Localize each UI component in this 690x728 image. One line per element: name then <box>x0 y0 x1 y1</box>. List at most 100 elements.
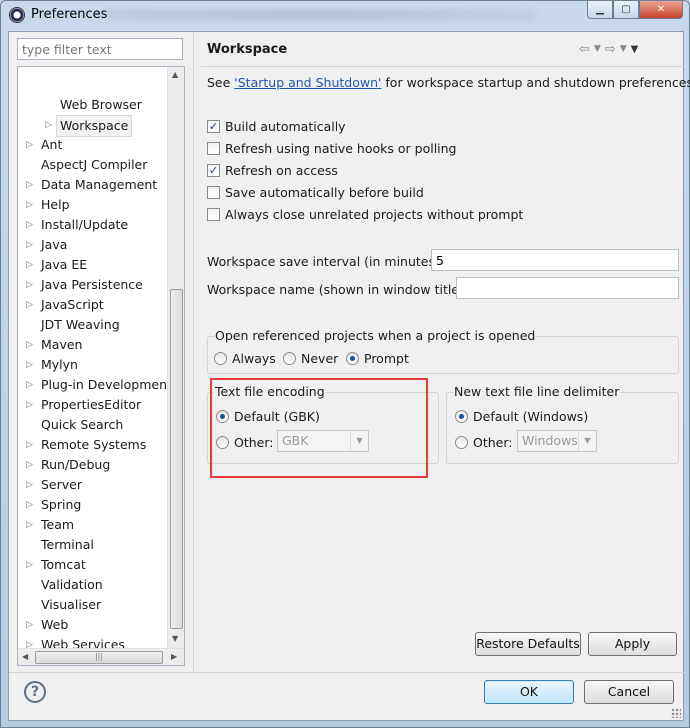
expand-arrow-icon[interactable]: ▷ <box>26 455 34 475</box>
tree-item-label: Tomcat <box>41 557 86 572</box>
radio-icon[interactable] <box>283 351 296 365</box>
save-interval-input[interactable] <box>431 249 679 271</box>
delimiter-other-radio[interactable] <box>455 435 468 449</box>
cancel-button[interactable]: Cancel <box>584 680 674 704</box>
expand-arrow-icon[interactable]: ▷ <box>26 135 34 155</box>
resize-grip-icon[interactable] <box>671 708 681 718</box>
expand-arrow-icon[interactable]: ▷ <box>26 515 34 535</box>
expand-arrow-icon[interactable]: ▷ <box>45 115 53 135</box>
tree-item[interactable]: Visualiser <box>18 595 166 615</box>
see-suffix: for workspace startup and shutdown prefe… <box>381 75 690 90</box>
expand-arrow-icon[interactable]: ▷ <box>26 255 34 275</box>
tree-item[interactable]: ▷ PropertiesEditor <box>18 395 166 415</box>
expand-arrow-icon[interactable]: ▷ <box>26 555 34 575</box>
minimize-icon[interactable]: ▁ <box>587 1 613 19</box>
help-icon[interactable]: ? <box>24 681 46 703</box>
expand-arrow-icon[interactable]: ▷ <box>26 395 34 415</box>
tree-item[interactable]: ▷ Java EE <box>18 255 166 275</box>
tree-vertical-scrollbar[interactable]: ▲ ▼ <box>167 67 184 648</box>
workspace-name-input[interactable] <box>456 277 679 299</box>
checkbox-row[interactable]: Always close unrelated projects without … <box>207 205 523 223</box>
startup-shutdown-link[interactable]: 'Startup and Shutdown' <box>234 75 381 90</box>
back-arrow-icon[interactable]: ⇦ <box>579 42 590 57</box>
expand-arrow-icon[interactable]: ▷ <box>26 235 34 255</box>
tree-item[interactable]: ▷ Team <box>18 515 166 535</box>
expand-arrow-icon[interactable]: ▷ <box>26 175 34 195</box>
delimiter-default-radio[interactable] <box>455 409 468 423</box>
back-dropdown-icon[interactable]: ▼ <box>594 42 601 57</box>
tree-horizontal-scrollbar[interactable]: ◀ ||| ▶ <box>18 648 184 665</box>
checkbox-icon[interactable] <box>207 141 220 155</box>
checkbox-row[interactable]: Refresh using native hooks or polling <box>207 139 457 157</box>
delimiter-default-option[interactable]: Default (Windows) <box>455 407 588 425</box>
forward-dropdown-icon[interactable]: ▼ <box>620 42 627 57</box>
apply-button[interactable]: Apply <box>588 632 677 656</box>
panel-divider[interactable] <box>193 32 194 672</box>
checkbox-row[interactable]: Save automatically before build <box>207 183 424 201</box>
delimiter-other-option[interactable]: Other: <box>455 433 512 451</box>
checkbox-icon[interactable] <box>207 185 220 199</box>
tree-item[interactable]: Quick Search <box>18 415 166 435</box>
expand-arrow-icon[interactable]: ▷ <box>26 435 34 455</box>
tree-item[interactable]: ▷ Web <box>18 615 166 635</box>
chevron-down-icon[interactable]: ▼ <box>578 431 596 451</box>
tree-item[interactable]: AspectJ Compiler <box>18 155 166 175</box>
forward-arrow-icon[interactable]: ⇨ <box>605 42 616 57</box>
tree-item[interactable]: ▷ Tomcat <box>18 555 166 575</box>
scroll-down-icon[interactable]: ▼ <box>172 634 178 643</box>
tree-item[interactable]: ▷ Server <box>18 475 166 495</box>
expand-arrow-icon[interactable]: ▷ <box>26 355 34 375</box>
checkbox-row[interactable]: ✓ Build automatically <box>207 117 346 135</box>
expand-arrow-icon[interactable]: ▷ <box>26 215 34 235</box>
tree-hscroll-thumb[interactable]: ||| <box>35 651 163 664</box>
expand-arrow-icon[interactable]: ▷ <box>26 495 34 515</box>
expand-arrow-icon[interactable]: ▷ <box>26 295 34 315</box>
tree-item[interactable]: ▷ Plug-in Development <box>18 375 172 395</box>
tree-item[interactable]: ▷ Install/Update <box>18 215 166 235</box>
tree-item[interactable]: ▷ Remote Systems <box>18 435 166 455</box>
tree-item[interactable]: ▷ Java <box>18 235 166 255</box>
open-ref-option[interactable]: Always <box>214 349 276 367</box>
checkbox-checked-icon[interactable]: ✓ <box>207 119 220 133</box>
tree-item[interactable]: Validation <box>18 575 166 595</box>
tree-item[interactable]: ▷ Help <box>18 195 166 215</box>
restore-defaults-button[interactable]: Restore Defaults <box>475 632 581 656</box>
open-ref-option[interactable]: Prompt <box>346 349 409 367</box>
expand-arrow-icon[interactable]: ▷ <box>26 475 34 495</box>
scroll-left-icon[interactable]: ◀ <box>22 652 28 661</box>
view-menu-icon[interactable]: ▼ <box>631 42 639 57</box>
scroll-up-icon[interactable]: ▲ <box>172 70 178 79</box>
expand-arrow-icon[interactable]: ▷ <box>26 335 34 355</box>
tree-item[interactable]: ▷ Ant <box>18 135 166 155</box>
checkbox-checked-icon[interactable]: ✓ <box>207 163 220 177</box>
filter-input[interactable] <box>17 38 183 60</box>
tree-item[interactable]: ▷ Run/Debug <box>18 455 166 475</box>
radio-icon[interactable] <box>346 351 359 365</box>
expand-arrow-icon[interactable]: ▷ <box>26 615 34 635</box>
checkbox-icon[interactable] <box>207 207 220 221</box>
open-ref-option[interactable]: Never <box>283 349 338 367</box>
tree-item[interactable]: ▷ Java Persistence <box>18 275 166 295</box>
scroll-right-icon[interactable]: ▶ <box>171 652 177 661</box>
tree-item[interactable]: ▷ Workspace <box>18 115 166 137</box>
title-bar[interactable]: Preferences ▁ ▢ ✕ <box>1 1 689 29</box>
tree-item[interactable]: ▷ Spring <box>18 495 166 515</box>
tree-item[interactable]: Terminal <box>18 535 166 555</box>
tree-item[interactable]: Web Browser <box>18 95 166 115</box>
radio-icon[interactable] <box>214 351 227 365</box>
tree-item[interactable]: ▷ Maven <box>18 335 166 355</box>
dialog-body: Web Browser▷Workspace▷AntAspectJ Compile… <box>8 31 690 721</box>
delimiter-other-combo[interactable]: Windows ▼ <box>517 430 597 452</box>
tree-item[interactable]: ▷ Data Management <box>18 175 166 195</box>
tree-item[interactable]: ▷ JavaScript <box>18 295 166 315</box>
close-icon[interactable]: ✕ <box>639 1 683 19</box>
maximize-icon[interactable]: ▢ <box>613 1 639 19</box>
tree-item[interactable]: JDT Weaving <box>18 315 166 335</box>
expand-arrow-icon[interactable]: ▷ <box>26 275 34 295</box>
ok-button[interactable]: OK <box>484 680 574 704</box>
tree-item[interactable]: ▷ Mylyn <box>18 355 166 375</box>
tree-vscroll-thumb[interactable] <box>170 289 183 629</box>
checkbox-row[interactable]: ✓ Refresh on access <box>207 161 338 179</box>
expand-arrow-icon[interactable]: ▷ <box>26 375 34 395</box>
expand-arrow-icon[interactable]: ▷ <box>26 195 34 215</box>
